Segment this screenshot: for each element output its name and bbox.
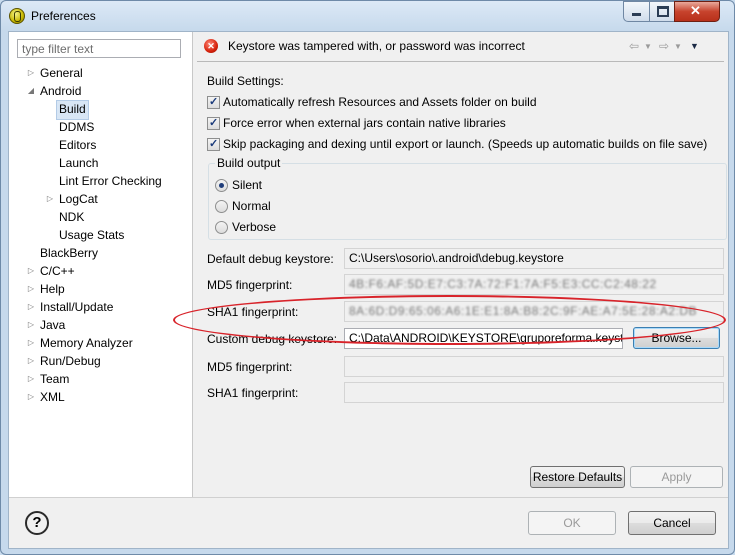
tree-item-label: Editors (59, 138, 97, 152)
tree-item-label: General (40, 66, 83, 80)
checkbox-checked-icon (207, 136, 220, 152)
tree-item-logcat[interactable]: ▷ LogCat (47, 190, 98, 208)
tree-item-label: Run/Debug (40, 354, 101, 368)
custom-sha1-field[interactable] (344, 382, 724, 403)
tree-item-java[interactable]: ▷ Java (28, 316, 66, 334)
minimize-button[interactable] (623, 1, 651, 22)
default-keystore-field[interactable]: C:\Users\osorio\.android\debug.keystore (344, 248, 724, 269)
collapsed-arrow-icon[interactable]: ▷ (26, 262, 36, 280)
tree-item-c-c-[interactable]: ▷ C/C++ (28, 262, 75, 280)
tree-item-usage-stats[interactable]: Usage Stats (59, 226, 124, 244)
collapsed-arrow-icon[interactable]: ▷ (26, 280, 36, 298)
collapsed-arrow-icon[interactable]: ▷ (26, 64, 36, 82)
tree-item-label: Team (40, 372, 70, 386)
filter-input[interactable]: type filter text (17, 39, 181, 58)
tree-item-xml[interactable]: ▷ XML (28, 388, 65, 406)
custom-md5-label: MD5 fingerprint: (207, 360, 293, 374)
tree-item-launch[interactable]: Launch (59, 154, 98, 172)
tree-item-team[interactable]: ▷ Team (28, 370, 70, 388)
tree-item-label: Memory Analyzer (40, 336, 133, 350)
sha1-fingerprint-label: SHA1 fingerprint: (207, 305, 299, 319)
preferences-tree-pane: type filter text ▷ General ◢ Android Build DD… (9, 32, 193, 497)
tree-item-label: Build (59, 102, 86, 116)
maximize-button[interactable] (649, 1, 676, 22)
tree-item-lint-error-checking[interactable]: Lint Error Checking (59, 172, 162, 190)
view-menu-chevron-icon[interactable]: ▼ (690, 41, 699, 51)
tree-item-install-update[interactable]: ▷ Install/Update (28, 298, 114, 316)
collapsed-arrow-icon[interactable]: ▷ (26, 388, 36, 406)
tree-item-help[interactable]: ▷ Help (28, 280, 65, 298)
tree-item-android[interactable]: ◢ Android (28, 82, 82, 100)
checkbox-checked-icon (207, 94, 220, 110)
browse-button[interactable]: Browse... (633, 327, 720, 349)
radio-empty-icon (215, 221, 228, 234)
window-title: Preferences (31, 9, 96, 23)
header-separator (197, 61, 724, 62)
radio-selected-icon (215, 179, 228, 192)
collapsed-arrow-icon[interactable]: ▷ (26, 370, 36, 388)
tree-item-label: BlackBerry (40, 246, 99, 260)
back-menu-chevron-icon[interactable]: ▼ (644, 42, 652, 51)
tree-item-label: Android (40, 84, 82, 98)
tree-item-label: Launch (59, 156, 99, 170)
custom-md5-field[interactable] (344, 356, 724, 377)
close-button[interactable] (674, 1, 720, 22)
tree-item-label: Help (40, 282, 65, 296)
tree-item-label: NDK (59, 210, 85, 224)
custom-keystore-input[interactable]: C:\Data\ANDROID\KEYSTORE\gruporeforma.ke… (344, 328, 623, 349)
tree-item-label: Usage Stats (59, 228, 125, 242)
tree-item-ndk[interactable]: NDK (59, 208, 84, 226)
md5-fingerprint-value: 4B:F6:AF:5D:E7:C3:7A:72:F1:7A:F5:E3:CC:C… (349, 277, 657, 291)
tree-item-label: LogCat (59, 192, 98, 206)
title-bar[interactable]: Preferences (1, 1, 734, 31)
cancel-button[interactable]: Cancel (628, 511, 716, 535)
tree-item-label: C/C++ (40, 264, 75, 278)
checkbox-checked-icon (207, 115, 220, 131)
md5-fingerprint-field[interactable]: 4B:F6:AF:5D:E7:C3:7A:72:F1:7A:F5:E3:CC:C… (344, 274, 724, 295)
sha1-fingerprint-field[interactable]: 8A:6D:D9:65:06:A6:1E:E1:8A:B8:2C:9F:AE:A… (344, 301, 724, 322)
collapsed-arrow-icon[interactable]: ▷ (45, 190, 55, 208)
tree-item-label: XML (40, 390, 65, 404)
eclipse-icon (9, 8, 25, 24)
forward-menu-chevron-icon[interactable]: ▼ (674, 42, 682, 51)
forward-arrow-icon[interactable]: ⇨ (659, 39, 669, 53)
tree-item-label: Install/Update (40, 300, 114, 314)
apply-button[interactable]: Apply (630, 466, 723, 488)
sha1-fingerprint-value: 8A:6D:D9:65:06:A6:1E:E1:8A:B8:2C:9F:AE:A… (349, 304, 698, 318)
help-icon[interactable]: ? (25, 511, 49, 535)
tree-item-editors[interactable]: Editors (59, 136, 96, 154)
collapsed-arrow-icon[interactable]: ▷ (26, 298, 36, 316)
build-output-title: Build output (215, 156, 283, 170)
build-preferences-page: ✕ Keystore was tampered with, or passwor… (193, 32, 728, 497)
tree-item-label: Lint Error Checking (59, 174, 162, 188)
collapsed-arrow-icon[interactable]: ▷ (26, 352, 36, 370)
restore-defaults-button[interactable]: Restore Defaults (530, 466, 625, 488)
default-keystore-label: Default debug keystore: (207, 252, 334, 266)
error-icon: ✕ (204, 39, 218, 53)
tree-item-ddms[interactable]: DDMS (59, 118, 94, 136)
tree-item-general[interactable]: ▷ General (28, 64, 83, 82)
ok-button[interactable]: OK (528, 511, 616, 535)
tree-item-run-debug[interactable]: ▷ Run/Debug (28, 352, 101, 370)
preferences-window: Preferences type filter text ▷ General ◢ An… (0, 0, 735, 555)
custom-sha1-label: SHA1 fingerprint: (207, 386, 299, 400)
tree-item-label: Java (40, 318, 66, 332)
expanded-arrow-icon[interactable]: ◢ (26, 82, 36, 100)
radio-empty-icon (215, 200, 228, 213)
md5-fingerprint-label: MD5 fingerprint: (207, 278, 293, 292)
tree-item-memory-analyzer[interactable]: ▷ Memory Analyzer (28, 334, 133, 352)
collapsed-arrow-icon[interactable]: ▷ (26, 316, 36, 334)
tree-item-blackberry[interactable]: BlackBerry (40, 244, 98, 262)
dialog-client: type filter text ▷ General ◢ Android Build DD… (8, 31, 729, 549)
tree-item-label: DDMS (59, 120, 95, 134)
build-settings-title: Build Settings: (207, 74, 284, 88)
error-message: Keystore was tampered with, or password … (228, 39, 525, 53)
tree-item-build[interactable]: Build (56, 100, 89, 120)
custom-keystore-label: Custom debug keystore: (207, 332, 338, 346)
back-arrow-icon[interactable]: ⇦ (629, 39, 639, 53)
collapsed-arrow-icon[interactable]: ▷ (26, 334, 36, 352)
bottom-separator (9, 497, 728, 498)
build-output-group: Build output Silent Normal Verbose (208, 156, 727, 240)
